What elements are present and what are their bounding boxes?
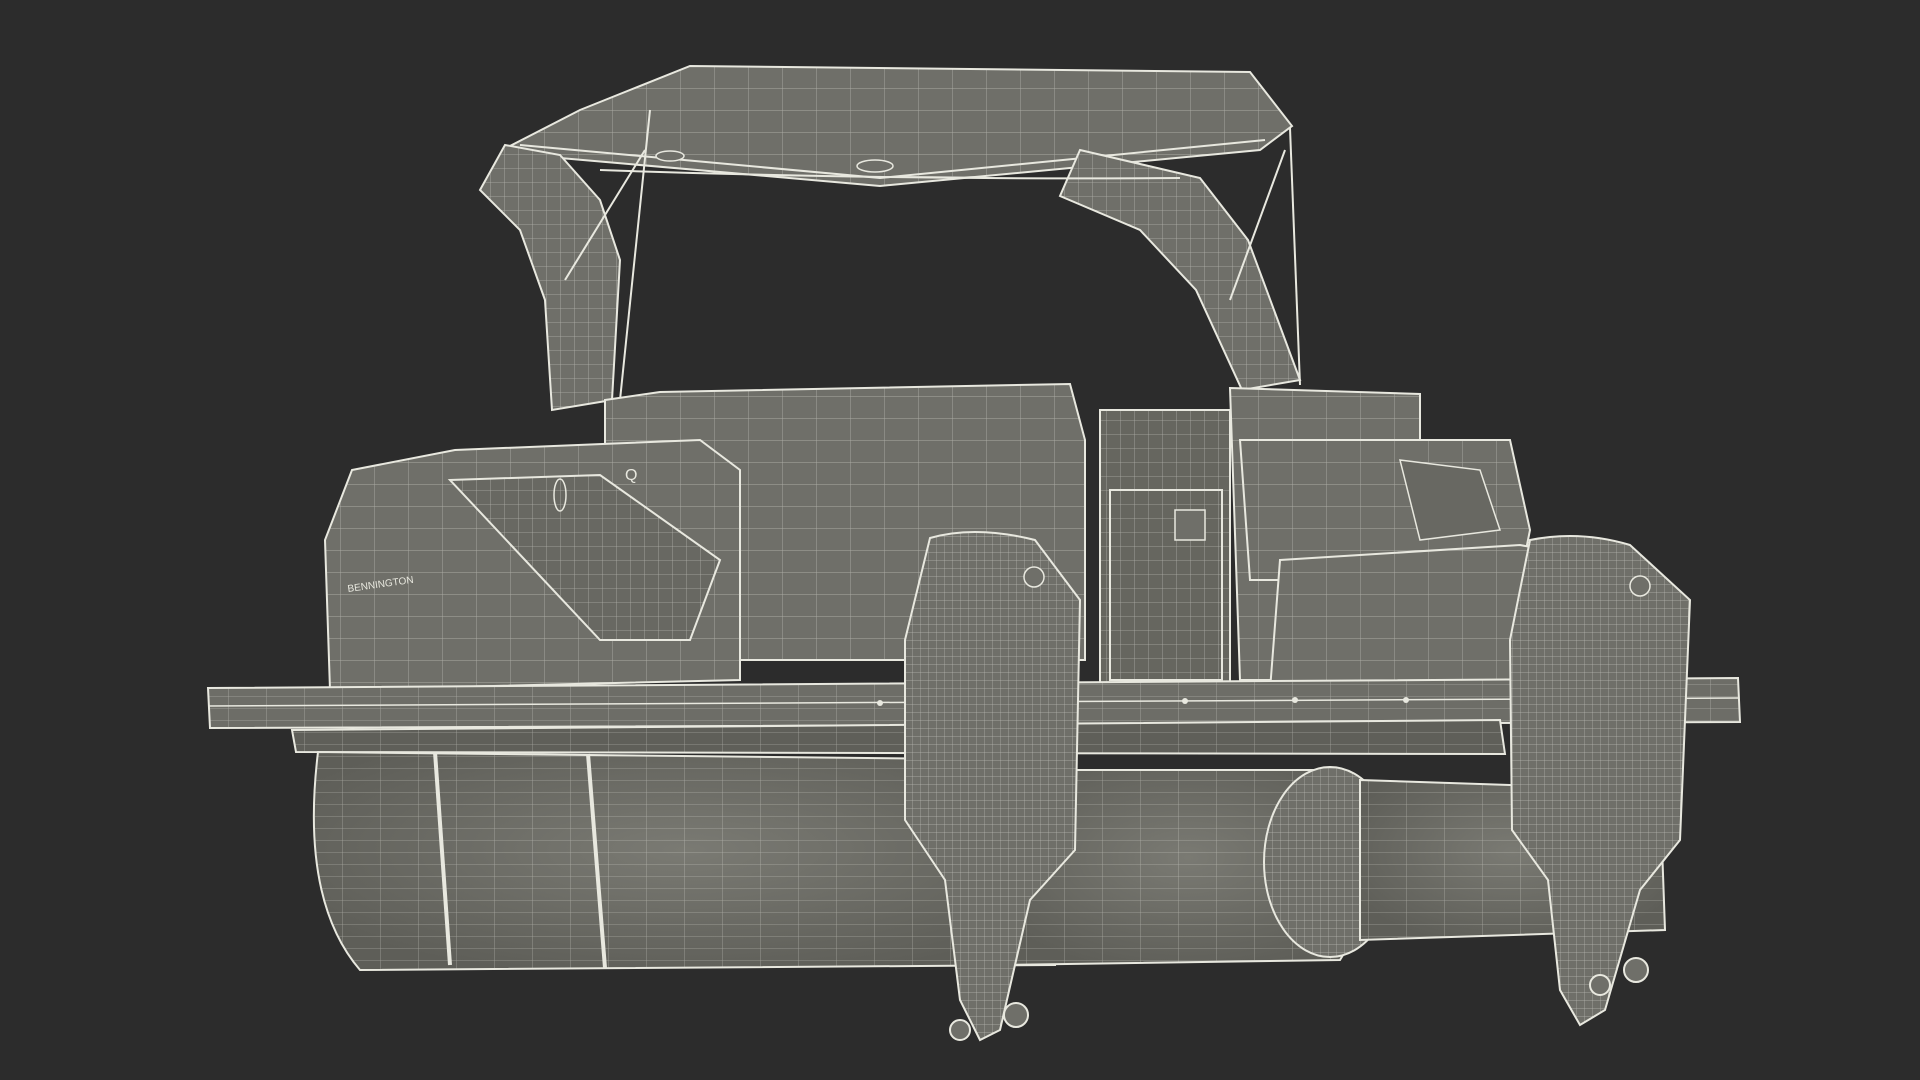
render-viewport: BENNINGTON Q: [0, 0, 1920, 1080]
hull-badge-text: Q: [625, 467, 637, 484]
pontoon-boat-wireframe-render: BENNINGTON Q: [206, 64, 1742, 1042]
bimini-canopy: [507, 64, 1294, 188]
helm-walkway: [1099, 409, 1231, 691]
port-side-panel: BENNINGTON Q: [323, 438, 741, 692]
outboard-motor-right: [1508, 535, 1692, 1027]
